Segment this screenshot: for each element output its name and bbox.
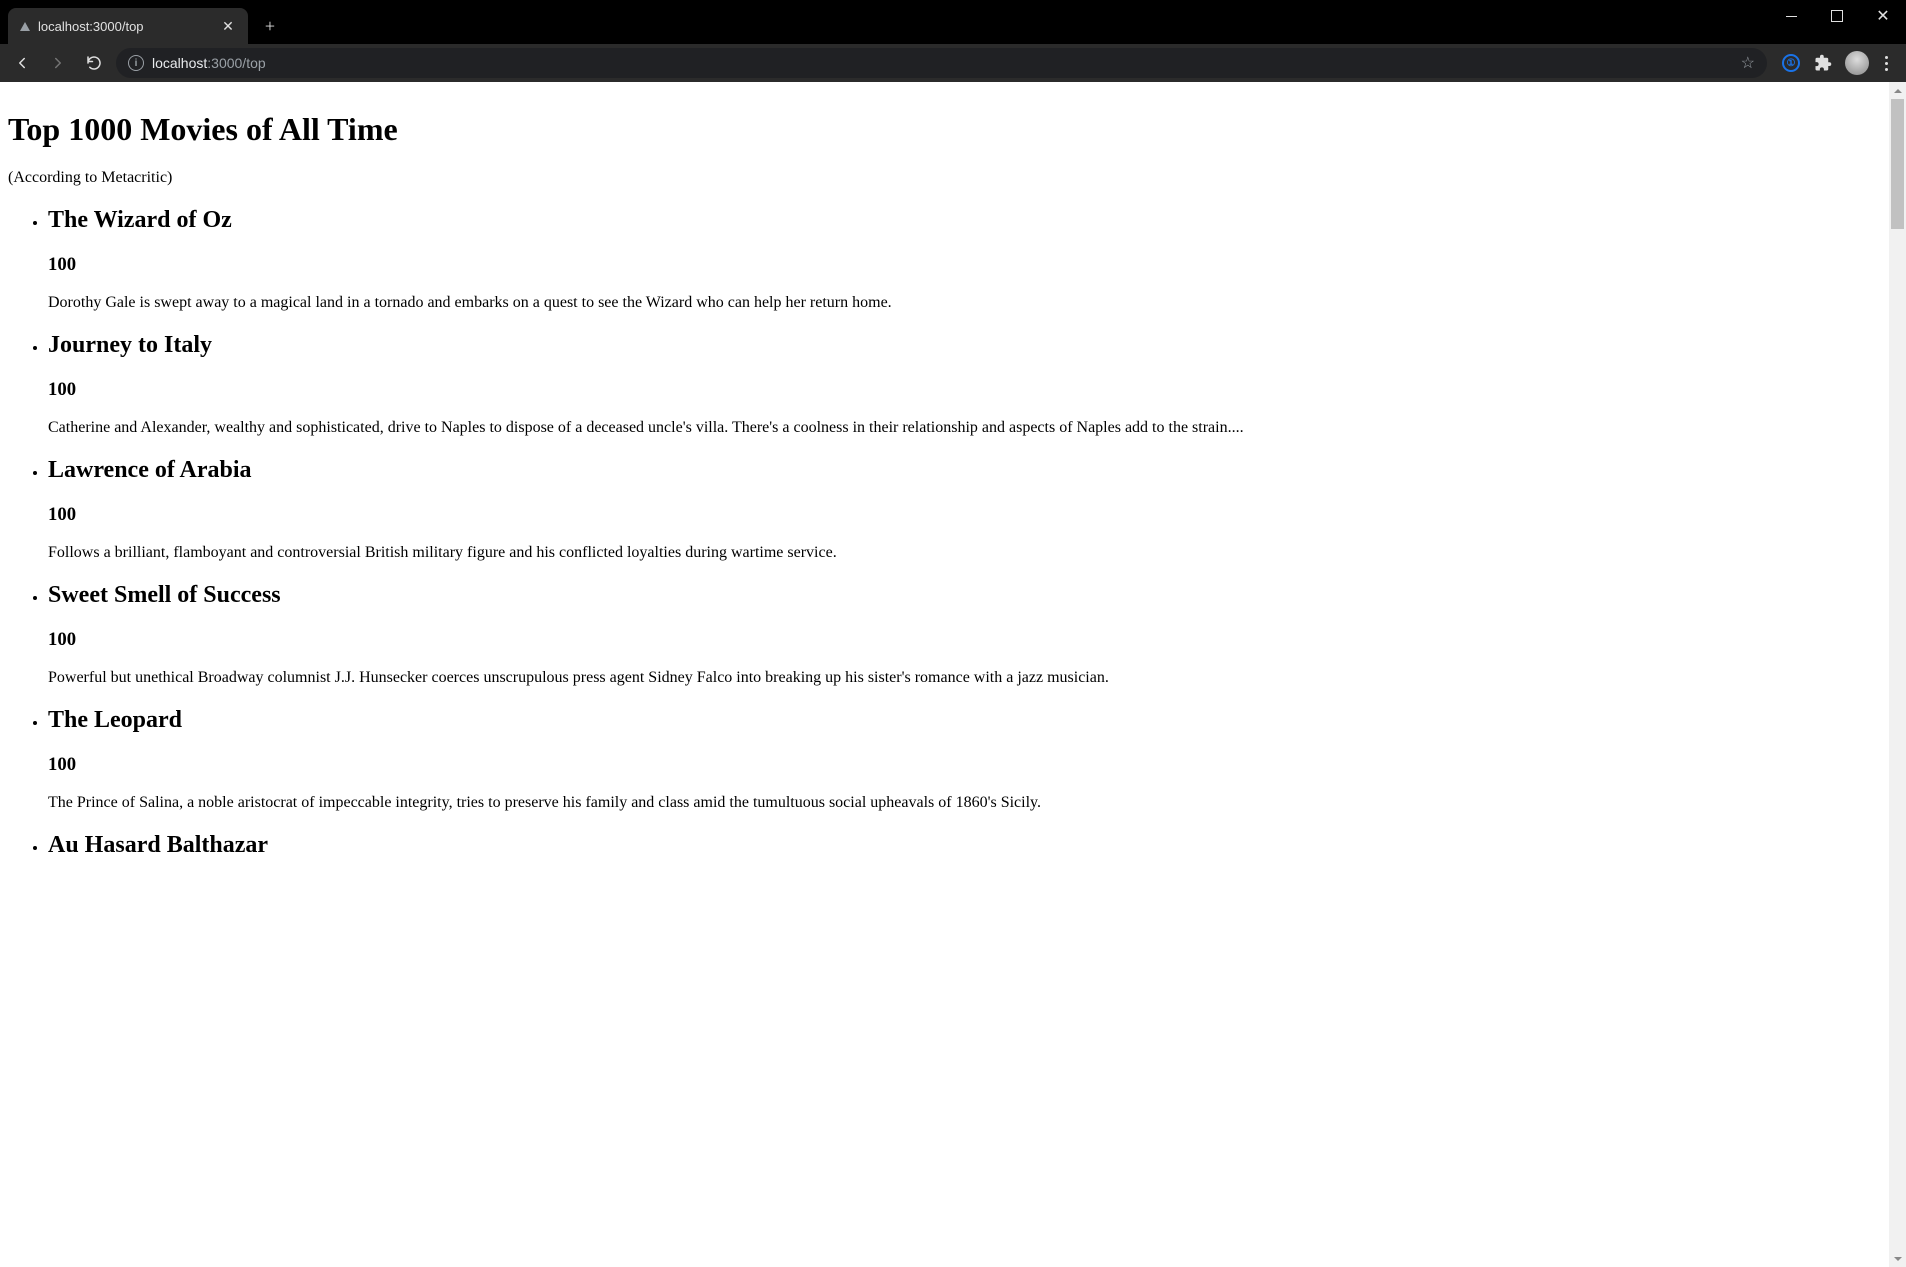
- movie-title: Sweet Smell of Success: [48, 582, 1881, 609]
- site-info-icon[interactable]: i: [128, 55, 144, 71]
- window-close-button[interactable]: ✕: [1860, 0, 1906, 32]
- movie-desc: Powerful but unethical Broadway columnis…: [48, 669, 1881, 687]
- list-item: Lawrence of Arabia 100 Follows a brillia…: [48, 457, 1881, 562]
- address-bar[interactable]: i localhost:3000/top ☆: [116, 48, 1767, 78]
- window-controls: ✕: [1768, 0, 1906, 32]
- page-content: Top 1000 Movies of All Time (According t…: [0, 82, 1889, 1267]
- page-subtitle: (According to Metacritic): [8, 169, 1881, 187]
- list-item: Sweet Smell of Success 100 Powerful but …: [48, 582, 1881, 687]
- url-text: localhost:3000/top: [152, 55, 266, 71]
- forward-button[interactable]: [44, 49, 72, 77]
- scroll-down-button[interactable]: [1889, 1250, 1906, 1267]
- movie-title: Lawrence of Arabia: [48, 457, 1881, 484]
- browser-menu-button[interactable]: [1881, 52, 1892, 75]
- bookmark-star-icon[interactable]: ☆: [1741, 53, 1755, 73]
- movie-score: 100: [48, 754, 1881, 776]
- browser-toolbar: i localhost:3000/top ☆ ①: [0, 44, 1906, 82]
- scrollbar-thumb[interactable]: [1891, 99, 1904, 229]
- page-title: Top 1000 Movies of All Time: [8, 111, 1881, 148]
- toolbar-actions: ①: [1775, 51, 1898, 75]
- new-tab-button[interactable]: +: [256, 12, 284, 40]
- browser-tab[interactable]: localhost:3000/top ✕: [8, 8, 248, 44]
- movie-desc: Dorothy Gale is swept away to a magical …: [48, 294, 1881, 312]
- list-item: The Leopard 100 The Prince of Salina, a …: [48, 707, 1881, 812]
- extension-icon[interactable]: ①: [1781, 53, 1801, 73]
- back-button[interactable]: [8, 49, 36, 77]
- minimize-button[interactable]: [1768, 0, 1814, 32]
- vertical-scrollbar[interactable]: [1889, 82, 1906, 1267]
- movie-score: 100: [48, 379, 1881, 401]
- maximize-button[interactable]: [1814, 0, 1860, 32]
- movie-desc: Catherine and Alexander, wealthy and sop…: [48, 419, 1881, 437]
- list-item: Journey to Italy 100 Catherine and Alexa…: [48, 332, 1881, 437]
- content-viewport: Top 1000 Movies of All Time (According t…: [0, 82, 1906, 1267]
- scroll-up-button[interactable]: [1889, 82, 1906, 99]
- window-titlebar: localhost:3000/top ✕ + ✕: [0, 0, 1906, 44]
- movie-desc: The Prince of Salina, a noble aristocrat…: [48, 794, 1881, 812]
- movie-title: The Leopard: [48, 707, 1881, 734]
- reload-button[interactable]: [80, 49, 108, 77]
- tab-title: localhost:3000/top: [38, 19, 212, 34]
- profile-avatar[interactable]: [1845, 51, 1869, 75]
- scrollbar-track[interactable]: [1889, 99, 1906, 1250]
- movie-title: Journey to Italy: [48, 332, 1881, 359]
- movie-list: The Wizard of Oz 100 Dorothy Gale is swe…: [8, 207, 1881, 859]
- movie-score: 100: [48, 254, 1881, 276]
- movie-title: Au Hasard Balthazar: [48, 832, 1881, 859]
- movie-score: 100: [48, 504, 1881, 526]
- movie-score: 100: [48, 629, 1881, 651]
- list-item: Au Hasard Balthazar: [48, 832, 1881, 859]
- close-tab-button[interactable]: ✕: [220, 18, 236, 34]
- list-item: The Wizard of Oz 100 Dorothy Gale is swe…: [48, 207, 1881, 312]
- extensions-menu-icon[interactable]: [1813, 53, 1833, 73]
- favicon-icon: [20, 22, 30, 31]
- movie-desc: Follows a brilliant, flamboyant and cont…: [48, 544, 1881, 562]
- movie-title: The Wizard of Oz: [48, 207, 1881, 234]
